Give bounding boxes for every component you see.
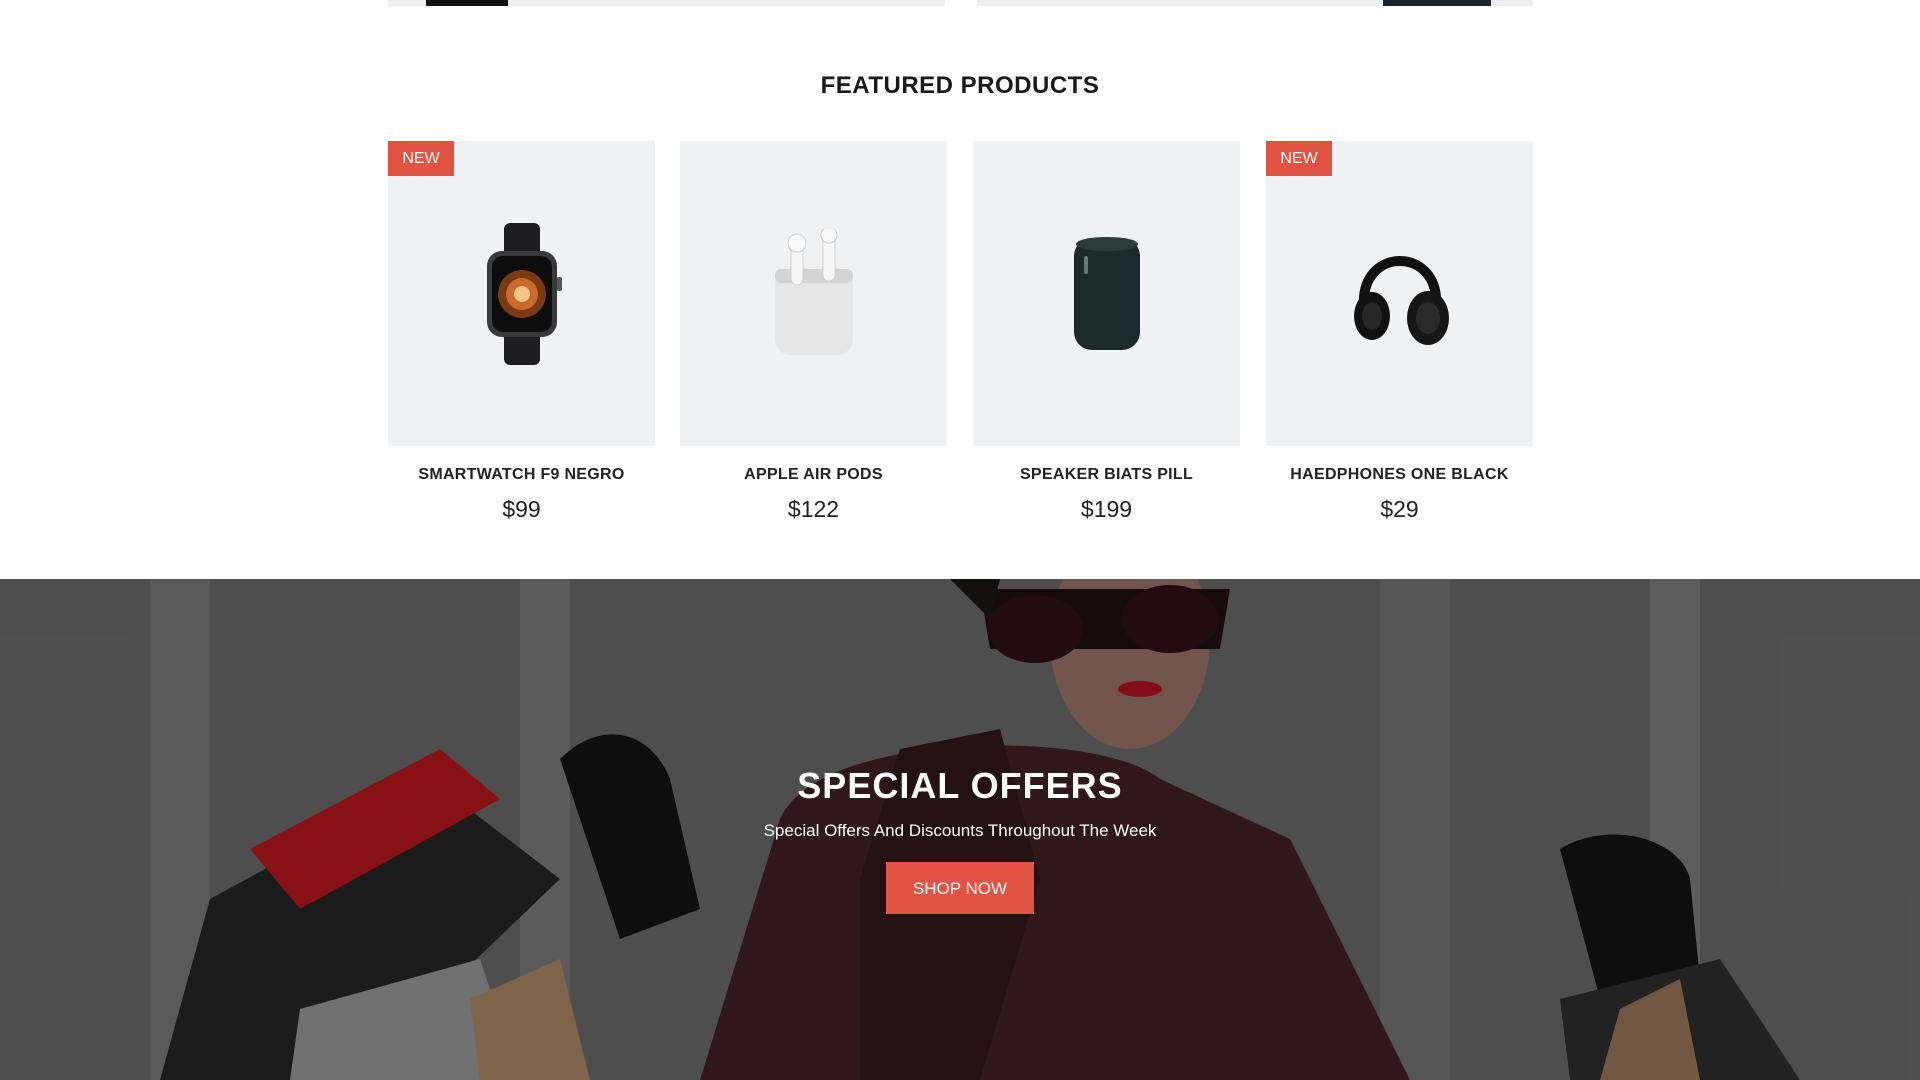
shop-now-button[interactable]: SHOP NOW — [886, 862, 1034, 914]
new-badge: NEW — [1266, 141, 1332, 176]
airpods-icon — [774, 228, 853, 355]
product-image[interactable]: NEW — [388, 141, 655, 446]
product-price: $199 — [1080, 496, 1133, 522]
banner-image-fragment — [1383, 0, 1491, 6]
product-name[interactable]: SPEAKER BIATS PILL — [973, 466, 1240, 484]
smartwatch-icon — [486, 222, 562, 365]
product-name[interactable]: SMARTWATCH F9 NEGRO — [388, 466, 655, 484]
product-card[interactable]: NEW HAEDPHONES ONE BLACK $29 — [1266, 141, 1533, 523]
special-offers-banner: SPECIAL OFFERS Special Offers And Discou… — [0, 579, 1920, 1080]
top-banner-left[interactable] — [388, 0, 945, 6]
new-badge: NEW — [388, 141, 454, 176]
product-price: $99 — [502, 496, 541, 522]
product-image[interactable]: NEW — [1266, 141, 1533, 446]
product-card[interactable]: NEW SMARTWATCH F9 NEGRO $99 — [388, 141, 655, 523]
special-offers-title: SPECIAL OFFERS — [797, 765, 1123, 806]
product-card[interactable]: SPEAKER BIATS PILL $199 — [973, 141, 1240, 523]
product-price: $122 — [787, 496, 840, 522]
special-offers-subtitle: Special Offers And Discounts Throughout … — [763, 821, 1157, 840]
product-name[interactable]: HAEDPHONES ONE BLACK — [1266, 466, 1533, 484]
banner-image-fragment — [426, 0, 508, 6]
product-image[interactable] — [680, 141, 947, 446]
featured-products-title: FEATURED PRODUCTS — [820, 72, 1100, 99]
product-card[interactable]: APPLE AIR PODS $122 — [680, 141, 947, 523]
featured-products-grid: NEW SMARTWATCH F9 NEGRO $99 APPLE AIR PO… — [388, 141, 1533, 541]
speaker-icon — [1073, 236, 1140, 350]
product-image[interactable] — [973, 141, 1240, 446]
product-price: $29 — [1380, 496, 1419, 522]
headphones-icon — [1353, 256, 1449, 345]
top-banner-right[interactable] — [977, 0, 1533, 6]
product-name[interactable]: APPLE AIR PODS — [680, 466, 947, 484]
